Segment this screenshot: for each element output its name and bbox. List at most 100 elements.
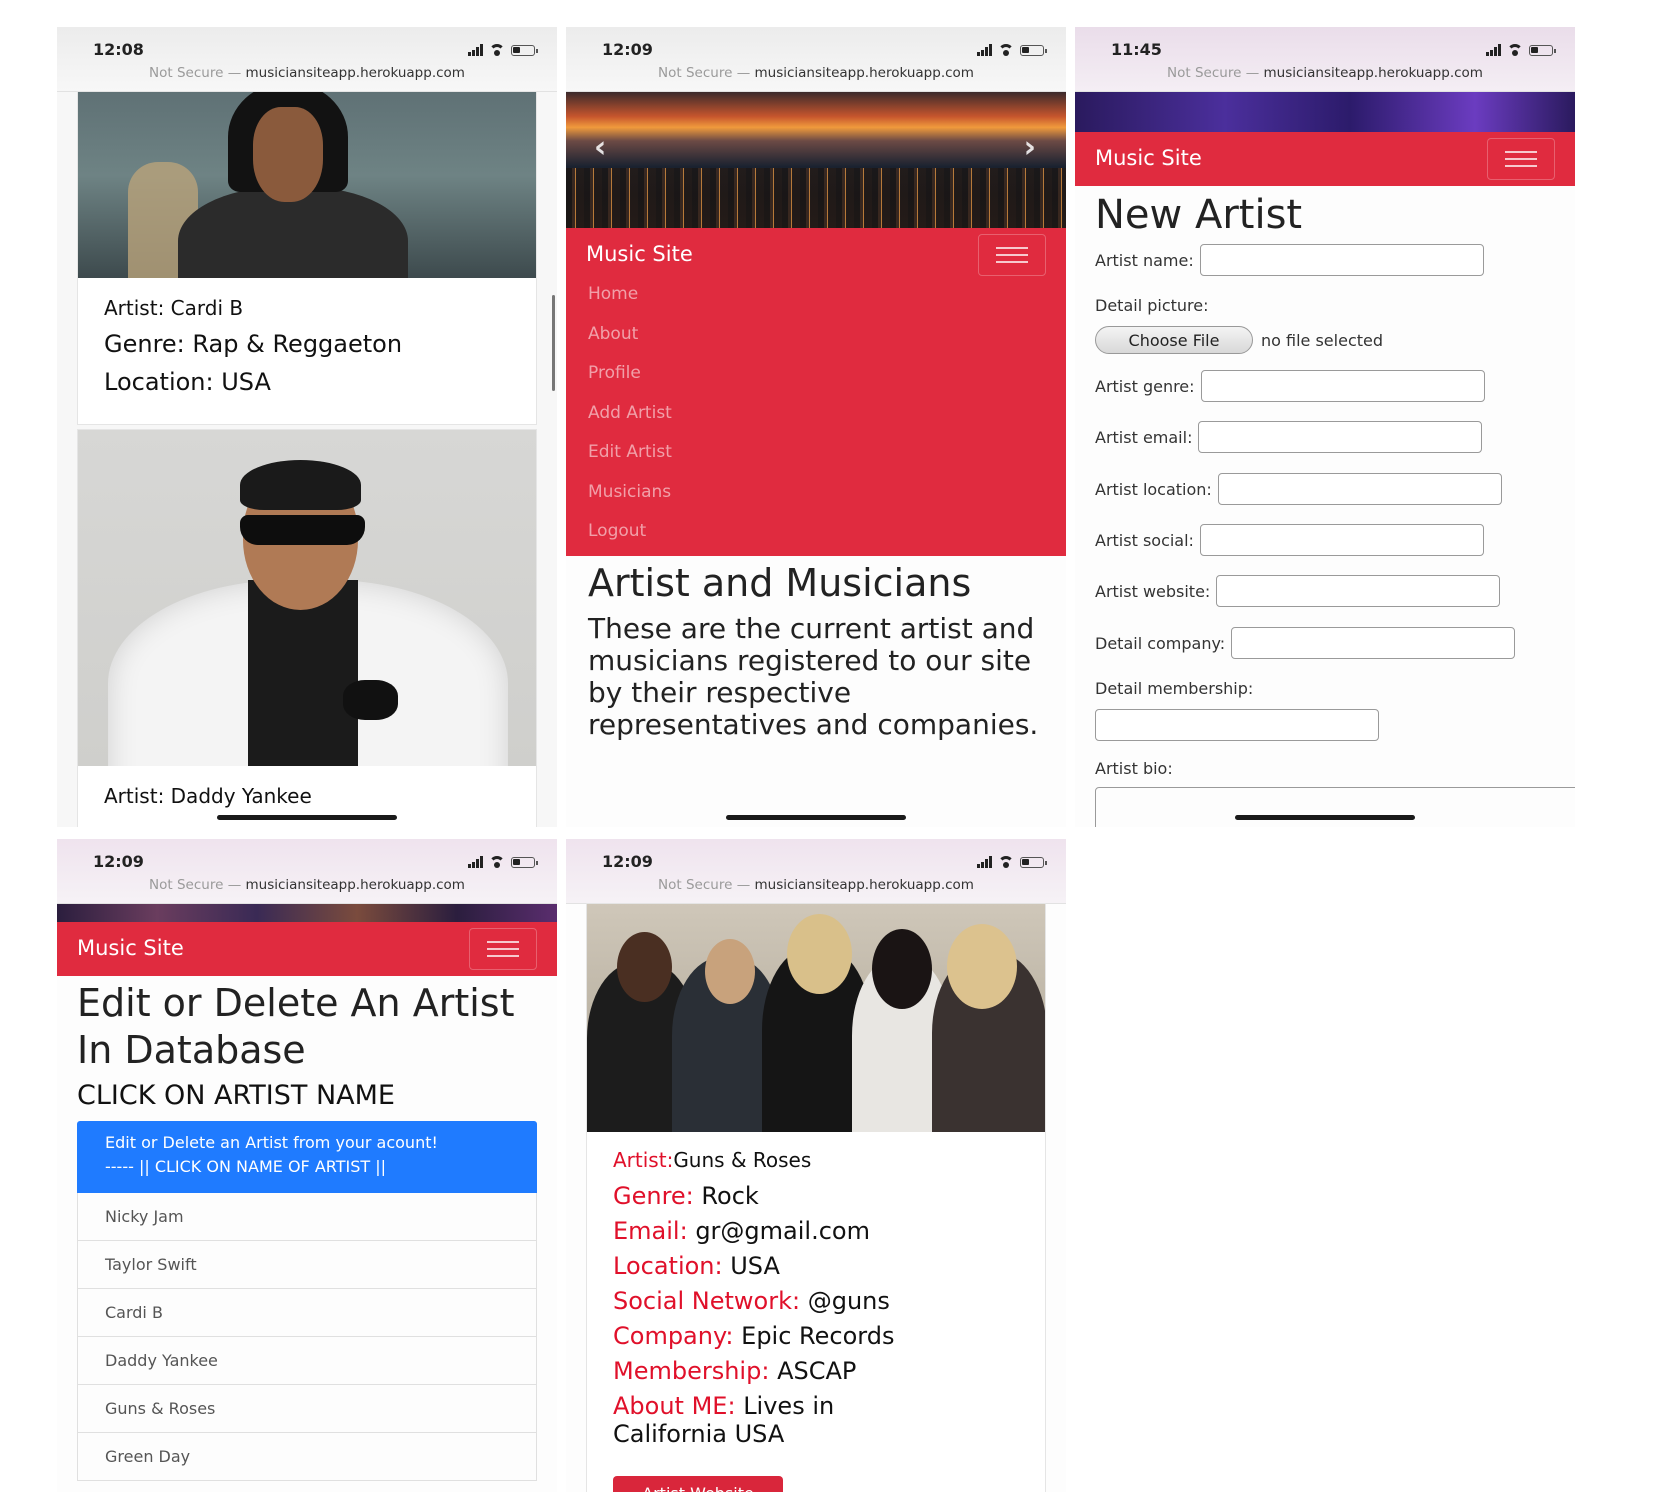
not-secure-label: Not Secure — [149, 65, 242, 81]
detail-label: Membership: [613, 1357, 770, 1385]
detail-label: Social Network: [613, 1287, 801, 1315]
menu-toggle-icon[interactable] [978, 234, 1046, 276]
battery-icon [511, 45, 538, 56]
navbar-expanded: Music Site Home About Profile Add Artist… [566, 228, 1066, 556]
navbar-brand[interactable]: Music Site [586, 242, 693, 266]
address-bar[interactable]: Not Secure — musiciansiteapp.herokuapp.c… [566, 65, 1066, 81]
nav-item-edit-artist[interactable]: Edit Artist [588, 442, 672, 482]
artist-card[interactable]: Artist: Daddy Yankee [77, 429, 537, 827]
status-icons [1486, 40, 1556, 56]
carousel-prev-icon[interactable]: ‹ [594, 130, 606, 165]
nav-item-profile[interactable]: Profile [588, 363, 672, 403]
detail-value: California USA [613, 1420, 785, 1448]
artist-location-input[interactable] [1217, 473, 1502, 505]
phone-screen-artist-detail: 12:09 Not Secure — musiciansiteapp.herok… [566, 839, 1066, 1492]
list-item[interactable]: Cardi B [78, 1289, 536, 1337]
list-item[interactable]: Daddy Yankee [78, 1337, 536, 1385]
detail-genre: Genre: Rock [613, 1182, 759, 1210]
field-artist-website: Artist website: [1095, 575, 1501, 607]
menu-toggle-icon[interactable] [1487, 138, 1555, 180]
page-title: New Artist [1095, 192, 1303, 238]
detail-value: Epic Records [741, 1322, 895, 1350]
list-item[interactable]: Guns & Roses [78, 1385, 536, 1433]
field-detail-company: Detail company: [1095, 627, 1516, 659]
nav-item-logout[interactable]: Logout [588, 521, 672, 561]
artist-bio-textarea[interactable] [1095, 787, 1575, 827]
list-item[interactable]: Nicky Jam [78, 1193, 536, 1241]
field-detail-membership: Detail membership: [1095, 679, 1259, 698]
nav-item-add-artist[interactable]: Add Artist [588, 403, 672, 443]
nav-item-musicians[interactable]: Musicians [588, 482, 672, 522]
page-title: Edit or Delete An Artist In Database [77, 981, 515, 1072]
detail-label: Email: [613, 1217, 688, 1245]
status-bar: 12:08 Not Secure — musiciansiteapp.herok… [57, 27, 557, 92]
list-item[interactable]: Taylor Swift [78, 1241, 536, 1289]
navbar: Music Site [1075, 132, 1575, 186]
navbar-brand[interactable]: Music Site [77, 936, 184, 960]
hero-carousel: ‹ › [566, 92, 1066, 228]
artist-website-input[interactable] [1216, 575, 1501, 607]
artist-social-input[interactable] [1199, 524, 1484, 556]
not-secure-label: Not Secure — [658, 65, 751, 81]
nav-item-about[interactable]: About [588, 324, 672, 364]
nav-menu: Home About Profile Add Artist Edit Artis… [588, 284, 672, 561]
alert-line: Edit or Delete an Artist from your acoun… [105, 1133, 438, 1152]
home-indicator[interactable] [217, 815, 397, 820]
detail-label: Company: [613, 1322, 734, 1350]
artist-card[interactable]: Artist: Cardi B Genre: Rap & Reggaeton L… [77, 91, 537, 425]
battery-icon [511, 857, 538, 868]
artist-email-input[interactable] [1198, 421, 1483, 453]
address-bar[interactable]: Not Secure — musiciansiteapp.herokuapp.c… [57, 877, 557, 893]
url-domain: musiciansiteapp.herokuapp.com [245, 877, 465, 893]
artist-photo [78, 430, 536, 766]
carousel-next-icon[interactable]: › [1024, 130, 1036, 165]
page-subtitle: CLICK ON ARTIST NAME [77, 1080, 395, 1111]
choose-file-button[interactable]: Choose File [1095, 326, 1253, 354]
artist-name: Artist: Cardi B [104, 296, 244, 320]
detail-artist: Artist:Guns & Roses [613, 1148, 811, 1172]
field-label: Artist email: [1095, 427, 1193, 447]
status-time: 12:09 [602, 40, 653, 59]
url-domain: musiciansiteapp.herokuapp.com [754, 877, 974, 893]
signal-icon [468, 44, 483, 56]
detail-value: USA [730, 1252, 780, 1280]
address-bar[interactable]: Not Secure — musiciansiteapp.herokuapp.c… [1075, 65, 1575, 81]
home-indicator[interactable] [1235, 815, 1415, 820]
detail-company-input[interactable] [1231, 627, 1516, 659]
header-banner [1075, 92, 1575, 132]
list-item[interactable]: Green Day [78, 1433, 536, 1481]
home-indicator[interactable] [726, 815, 906, 820]
field-artist-genre: Artist genre: [1095, 370, 1485, 402]
status-icons [468, 40, 538, 56]
address-bar[interactable]: Not Secure — musiciansiteapp.herokuapp.c… [566, 877, 1066, 893]
status-time: 12:09 [602, 852, 653, 871]
artist-website-button[interactable]: Artist Website [613, 1476, 783, 1492]
detail-about: About ME: Lives in [613, 1392, 834, 1420]
detail-value: Guns & Roses [673, 1148, 812, 1172]
artist-genre-input[interactable] [1200, 370, 1485, 402]
signal-icon [468, 856, 483, 868]
nav-item-home[interactable]: Home [588, 284, 672, 324]
status-icons [977, 40, 1047, 56]
navbar: Music Site [57, 922, 557, 976]
detail-email: Email: gr@gmail.com [613, 1217, 870, 1245]
scrollbar[interactable] [552, 295, 555, 391]
artist-photo [78, 92, 536, 278]
field-label: Artist website: [1095, 581, 1211, 601]
menu-toggle-icon[interactable] [469, 928, 537, 970]
artist-name-input[interactable] [1199, 244, 1484, 276]
wifi-icon [998, 856, 1014, 868]
detail-company: Company: Epic Records [613, 1322, 894, 1350]
detail-value: Lives in [743, 1392, 835, 1420]
status-icons [977, 852, 1047, 868]
detail-label: Artist: [613, 1148, 674, 1172]
navbar-brand[interactable]: Music Site [1095, 146, 1202, 170]
field-artist-social: Artist social: [1095, 524, 1484, 556]
detail-about-cont: California USA [613, 1420, 784, 1448]
alert-line: ----- || CLICK ON NAME OF ARTIST || [105, 1157, 387, 1176]
not-secure-label: Not Secure — [1167, 65, 1260, 81]
signal-icon [977, 856, 992, 868]
page-title: Artist and Musicians [588, 561, 972, 605]
detail-membership-input[interactable] [1095, 709, 1379, 741]
address-bar[interactable]: Not Secure — musiciansiteapp.herokuapp.c… [57, 65, 557, 81]
